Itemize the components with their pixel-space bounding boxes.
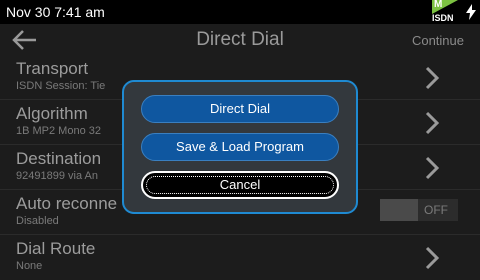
algorithm-title: Algorithm (16, 104, 88, 123)
lightning-bolt-icon (466, 4, 476, 20)
action-dialog: Direct Dial Save & Load Program Cancel (122, 80, 358, 214)
isdn-status-badge: M ISDN (432, 0, 458, 24)
cancel-button[interactable]: Cancel (141, 171, 339, 199)
auto-reconnect-toggle[interactable]: OFF (380, 199, 458, 221)
save-load-program-button[interactable]: Save & Load Program (141, 133, 339, 161)
dial-route-subtitle: None (16, 260, 43, 272)
destination-subtitle: 92491899 via An (16, 170, 98, 182)
destination-title: Destination (16, 149, 102, 168)
chevron-right-icon (425, 66, 440, 90)
toggle-label: OFF (424, 203, 448, 217)
transport-title: Transport (16, 59, 89, 78)
status-time: Nov 30 7:41 am (6, 4, 105, 20)
network-badge-letter: M (434, 0, 443, 10)
dial-route-row[interactable]: Dial Route None (0, 236, 480, 280)
algorithm-subtitle: 1B MP2 Mono 32 (16, 125, 101, 137)
status-bar: Nov 30 7:41 am M ISDN (0, 0, 480, 24)
transport-subtitle: ISDN Session: Tie (16, 80, 106, 92)
chevron-right-icon (425, 111, 440, 135)
chevron-right-icon (425, 246, 440, 270)
network-badge-label: ISDN (432, 13, 454, 23)
auto-reconnect-title: Auto reconne (16, 194, 118, 213)
direct-dial-button[interactable]: Direct Dial (141, 95, 339, 123)
auto-reconnect-subtitle: Disabled (16, 215, 59, 227)
chevron-right-icon (425, 156, 440, 180)
toggle-knob (380, 199, 418, 221)
header: Direct Dial Continue (0, 24, 480, 56)
continue-button[interactable]: Continue (412, 33, 464, 48)
page-title: Direct Dial (196, 29, 284, 50)
dial-route-title: Dial Route (16, 239, 96, 258)
divider (0, 234, 480, 235)
